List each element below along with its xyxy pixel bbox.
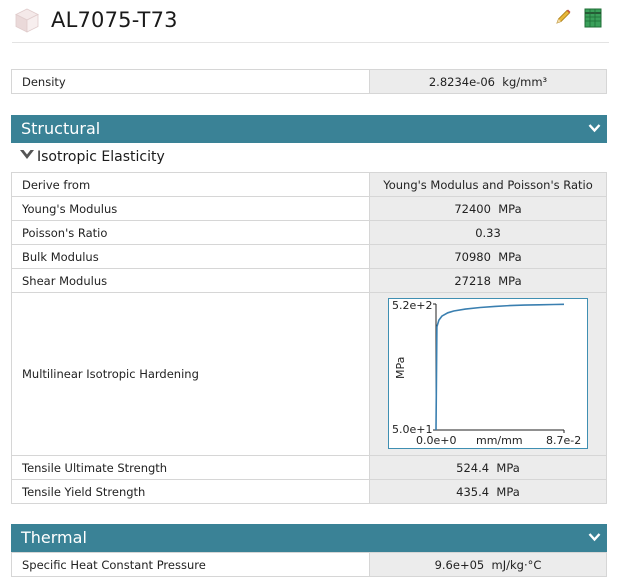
value-unit: mJ/kg·°C xyxy=(491,557,542,572)
structural-properties-table: Derive from Young's Modulus and Poisson'… xyxy=(11,172,607,504)
section-title: Thermal xyxy=(21,528,87,547)
value-number: 0.33 xyxy=(475,225,501,240)
subsection-isotropic-elasticity[interactable]: Isotropic Elasticity xyxy=(20,149,165,165)
value-unit: MPa xyxy=(498,249,522,264)
value-number: 9.6e+05 xyxy=(434,557,485,572)
property-label: Multilinear Isotropic Hardening xyxy=(11,292,370,456)
property-row: Tensile Ultimate Strength 524.4 MPa xyxy=(11,455,607,480)
value-unit: MPa xyxy=(496,484,520,499)
pencil-icon[interactable] xyxy=(554,8,572,26)
property-value[interactable]: 0.33 xyxy=(369,220,607,245)
material-header: AL7075-T73 xyxy=(0,0,621,44)
property-label: Density xyxy=(11,69,370,94)
value-number: 524.4 xyxy=(456,460,490,475)
property-row: Tensile Yield Strength 435.4 MPa xyxy=(11,479,607,504)
value-unit: MPa xyxy=(498,201,522,216)
property-row: Shear Modulus 27218 MPa xyxy=(11,268,607,293)
property-row: Poisson's Ratio 0.33 xyxy=(11,220,607,245)
value-number: 70980 xyxy=(454,249,491,264)
value-unit: MPa xyxy=(498,273,522,288)
property-row: Bulk Modulus 70980 MPa xyxy=(11,244,607,269)
x-tick-label: 0.0e+0 xyxy=(416,434,456,447)
cube-icon xyxy=(15,8,39,33)
data-table-icon[interactable] xyxy=(584,8,602,28)
property-label: Specific Heat Constant Pressure xyxy=(11,552,370,577)
property-value[interactable]: 9.6e+05 mJ/kg·°C xyxy=(369,552,607,577)
material-title: AL7075-T73 xyxy=(51,8,178,32)
x-axis-label: mm/mm xyxy=(476,434,523,447)
hardening-chart-cell[interactable]: 5.2e+2 5.0e+1 0.0e+0 8.7e-2 mm/mm MPa xyxy=(369,292,607,456)
section-thermal[interactable]: Thermal xyxy=(11,524,607,552)
chevron-down-icon[interactable] xyxy=(588,123,601,133)
section-title: Structural xyxy=(21,119,101,138)
property-row: Density 2.8234e-06 kg/mm³ xyxy=(11,69,607,94)
property-label: Shear Modulus xyxy=(11,268,370,293)
chevron-down-icon[interactable] xyxy=(588,532,601,542)
property-value[interactable]: Young's Modulus and Poisson's Ratio xyxy=(369,172,607,197)
property-label: Tensile Ultimate Strength xyxy=(11,455,370,480)
subsection-title: Isotropic Elasticity xyxy=(37,149,165,165)
property-row: Multilinear Isotropic Hardening 5.2e+2 5… xyxy=(11,292,607,456)
y-tick-label: 5.2e+2 xyxy=(392,299,432,312)
chevron-down-icon[interactable] xyxy=(20,150,34,160)
general-properties-table: Density 2.8234e-06 kg/mm³ xyxy=(11,69,607,94)
property-row: Young's Modulus 72400 MPa xyxy=(11,196,607,221)
value-number: 27218 xyxy=(454,273,491,288)
property-label: Poisson's Ratio xyxy=(11,220,370,245)
property-value[interactable]: 435.4 MPa xyxy=(369,479,607,504)
property-label: Bulk Modulus xyxy=(11,244,370,269)
x-tick-label: 8.7e-2 xyxy=(546,434,581,447)
property-value[interactable]: 70980 MPa xyxy=(369,244,607,269)
property-label: Derive from xyxy=(11,172,370,197)
property-row: Derive from Young's Modulus and Poisson'… xyxy=(11,172,607,197)
header-divider xyxy=(12,42,609,43)
value-number: 72400 xyxy=(454,201,491,216)
property-value[interactable]: 2.8234e-06 kg/mm³ xyxy=(369,69,607,94)
property-value[interactable]: 27218 MPa xyxy=(369,268,607,293)
property-row: Specific Heat Constant Pressure 9.6e+05 … xyxy=(11,552,607,577)
stress-strain-plot: 5.2e+2 5.0e+1 0.0e+0 8.7e-2 mm/mm MPa xyxy=(392,299,581,447)
property-value[interactable]: 524.4 MPa xyxy=(369,455,607,480)
value-number: 435.4 xyxy=(456,484,490,499)
section-structural[interactable]: Structural xyxy=(11,115,607,143)
y-axis-label: MPa xyxy=(394,357,407,379)
value-unit: MPa xyxy=(496,460,520,475)
value-unit: kg/mm³ xyxy=(502,74,548,89)
value-number: 2.8234e-06 xyxy=(428,74,495,89)
property-label: Tensile Yield Strength xyxy=(11,479,370,504)
thermal-properties-table: Specific Heat Constant Pressure 9.6e+05 … xyxy=(11,552,607,577)
hardening-series-line xyxy=(435,303,565,431)
property-label: Young's Modulus xyxy=(11,196,370,221)
value-number: Young's Modulus and Poisson's Ratio xyxy=(383,177,593,192)
hardening-chart[interactable]: 5.2e+2 5.0e+1 0.0e+0 8.7e-2 mm/mm MPa xyxy=(388,298,588,449)
property-value[interactable]: 72400 MPa xyxy=(369,196,607,221)
